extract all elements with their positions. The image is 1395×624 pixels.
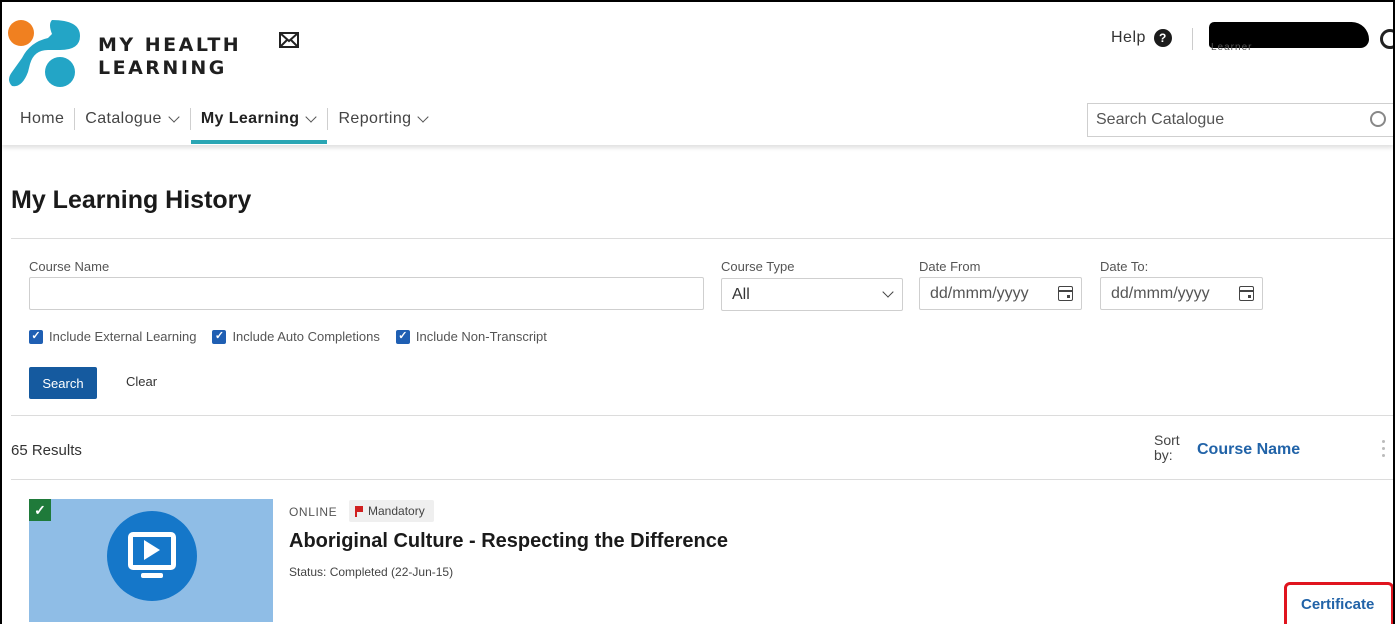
flag-icon	[355, 505, 363, 517]
date-to-label: Date To:	[1100, 259, 1149, 274]
nav-home-label: Home	[20, 110, 65, 127]
checkbox-checked-icon[interactable]: ✓	[395, 329, 410, 344]
include-external-checkbox[interactable]: ✓ Include External Learning	[29, 329, 196, 344]
date-to-placeholder: dd/mmm/yyyy	[1111, 284, 1210, 302]
results-count: 65 Results	[11, 442, 82, 459]
include-auto-checkbox[interactable]: ✓ Include Auto Completions	[212, 329, 380, 344]
chevron-down-icon	[882, 286, 894, 298]
chevron-down-icon	[305, 110, 318, 123]
course-status: Status: Completed (22-Jun-15)	[289, 565, 454, 579]
chevron-down-icon	[168, 110, 180, 123]
brand-line-1: MY HEALTH	[98, 34, 242, 56]
brand-line-2: LEARNING	[98, 57, 227, 79]
page-title: My Learning History	[11, 186, 252, 214]
nav-catalogue-label: Catalogue	[85, 110, 162, 127]
header-divider	[1192, 28, 1193, 50]
include-non-transcript-label: Include Non-Transcript	[415, 329, 547, 344]
search-icon[interactable]	[1370, 111, 1386, 127]
page-frame: MY HEALTH LEARNING Help ? Learner Home C…	[0, 0, 1395, 624]
logo-icon[interactable]	[8, 20, 80, 88]
user-role: Learner	[1211, 42, 1253, 53]
mandatory-label: Mandatory	[368, 504, 425, 518]
date-from-input[interactable]: dd/mmm/yyyy	[919, 277, 1082, 310]
user-icon[interactable]	[1380, 29, 1393, 49]
nav-reporting[interactable]: Reporting	[328, 105, 439, 133]
sort-by-label: Sort by:	[1154, 433, 1180, 463]
help-label: Help	[1111, 29, 1146, 46]
divider	[11, 479, 1393, 480]
divider	[11, 415, 1393, 416]
help-icon: ?	[1153, 29, 1172, 47]
chevron-down-icon	[417, 110, 430, 123]
mail-icon[interactable]	[279, 32, 299, 48]
date-to-input[interactable]: dd/mmm/yyyy	[1100, 277, 1263, 310]
site-header: MY HEALTH LEARNING Help ? Learner Home C…	[2, 2, 1393, 145]
main-nav: Home Catalogue My Learning Reporting	[10, 105, 439, 144]
include-auto-label: Include Auto Completions	[232, 329, 380, 344]
checkbox-checked-icon[interactable]: ✓	[29, 329, 43, 344]
course-title-link[interactable]: Aboriginal Culture - Respecting the Diff…	[289, 530, 728, 553]
course-type-select[interactable]: All	[721, 278, 903, 311]
course-name-input[interactable]	[29, 277, 704, 310]
divider	[11, 238, 1393, 239]
certificate-link[interactable]: Certificate	[1301, 596, 1374, 613]
mandatory-badge: Mandatory	[349, 500, 434, 522]
help-link[interactable]: Help ?	[1111, 29, 1172, 47]
nav-catalogue[interactable]: Catalogue	[75, 105, 190, 133]
sort-by-dropdown[interactable]: Course Name	[1197, 441, 1300, 459]
play-icon	[144, 540, 160, 560]
more-options-icon[interactable]	[1382, 440, 1385, 461]
checkbox-checked-icon[interactable]: ✓	[212, 329, 227, 344]
include-external-label: Include External Learning	[49, 329, 197, 344]
date-from-label: Date From	[919, 259, 981, 274]
include-non-transcript-checkbox[interactable]: ✓ Include Non-Transcript	[395, 329, 547, 344]
course-name-label: Course Name	[29, 259, 110, 274]
nav-my-learning[interactable]: My Learning	[190, 105, 328, 144]
nav-my-learning-label: My Learning	[200, 110, 300, 127]
search-button[interactable]: Search	[29, 367, 97, 399]
include-options: ✓ Include External Learning ✓ Include Au…	[29, 329, 563, 344]
course-type-label: Course Type	[721, 259, 795, 274]
catalogue-search-input[interactable]: Search Catalogue	[1087, 103, 1393, 137]
clear-button[interactable]: Clear	[126, 374, 157, 389]
date-from-placeholder: dd/mmm/yyyy	[930, 284, 1029, 302]
completed-check-icon: ✓	[29, 499, 51, 521]
calendar-icon[interactable]	[1058, 286, 1073, 301]
catalogue-search-placeholder: Search Catalogue	[1096, 111, 1225, 128]
sort-label-line-1: Sort	[1154, 432, 1180, 448]
course-type-tag: ONLINE	[289, 505, 338, 519]
nav-home[interactable]: Home	[10, 105, 74, 133]
monitor-stand-icon	[141, 573, 163, 578]
course-type-value: All	[732, 285, 750, 303]
brand-name[interactable]: MY HEALTH LEARNING	[98, 34, 241, 80]
calendar-icon[interactable]	[1239, 286, 1254, 301]
sort-label-line-2: by:	[1154, 447, 1173, 463]
nav-reporting-label: Reporting	[338, 110, 412, 127]
